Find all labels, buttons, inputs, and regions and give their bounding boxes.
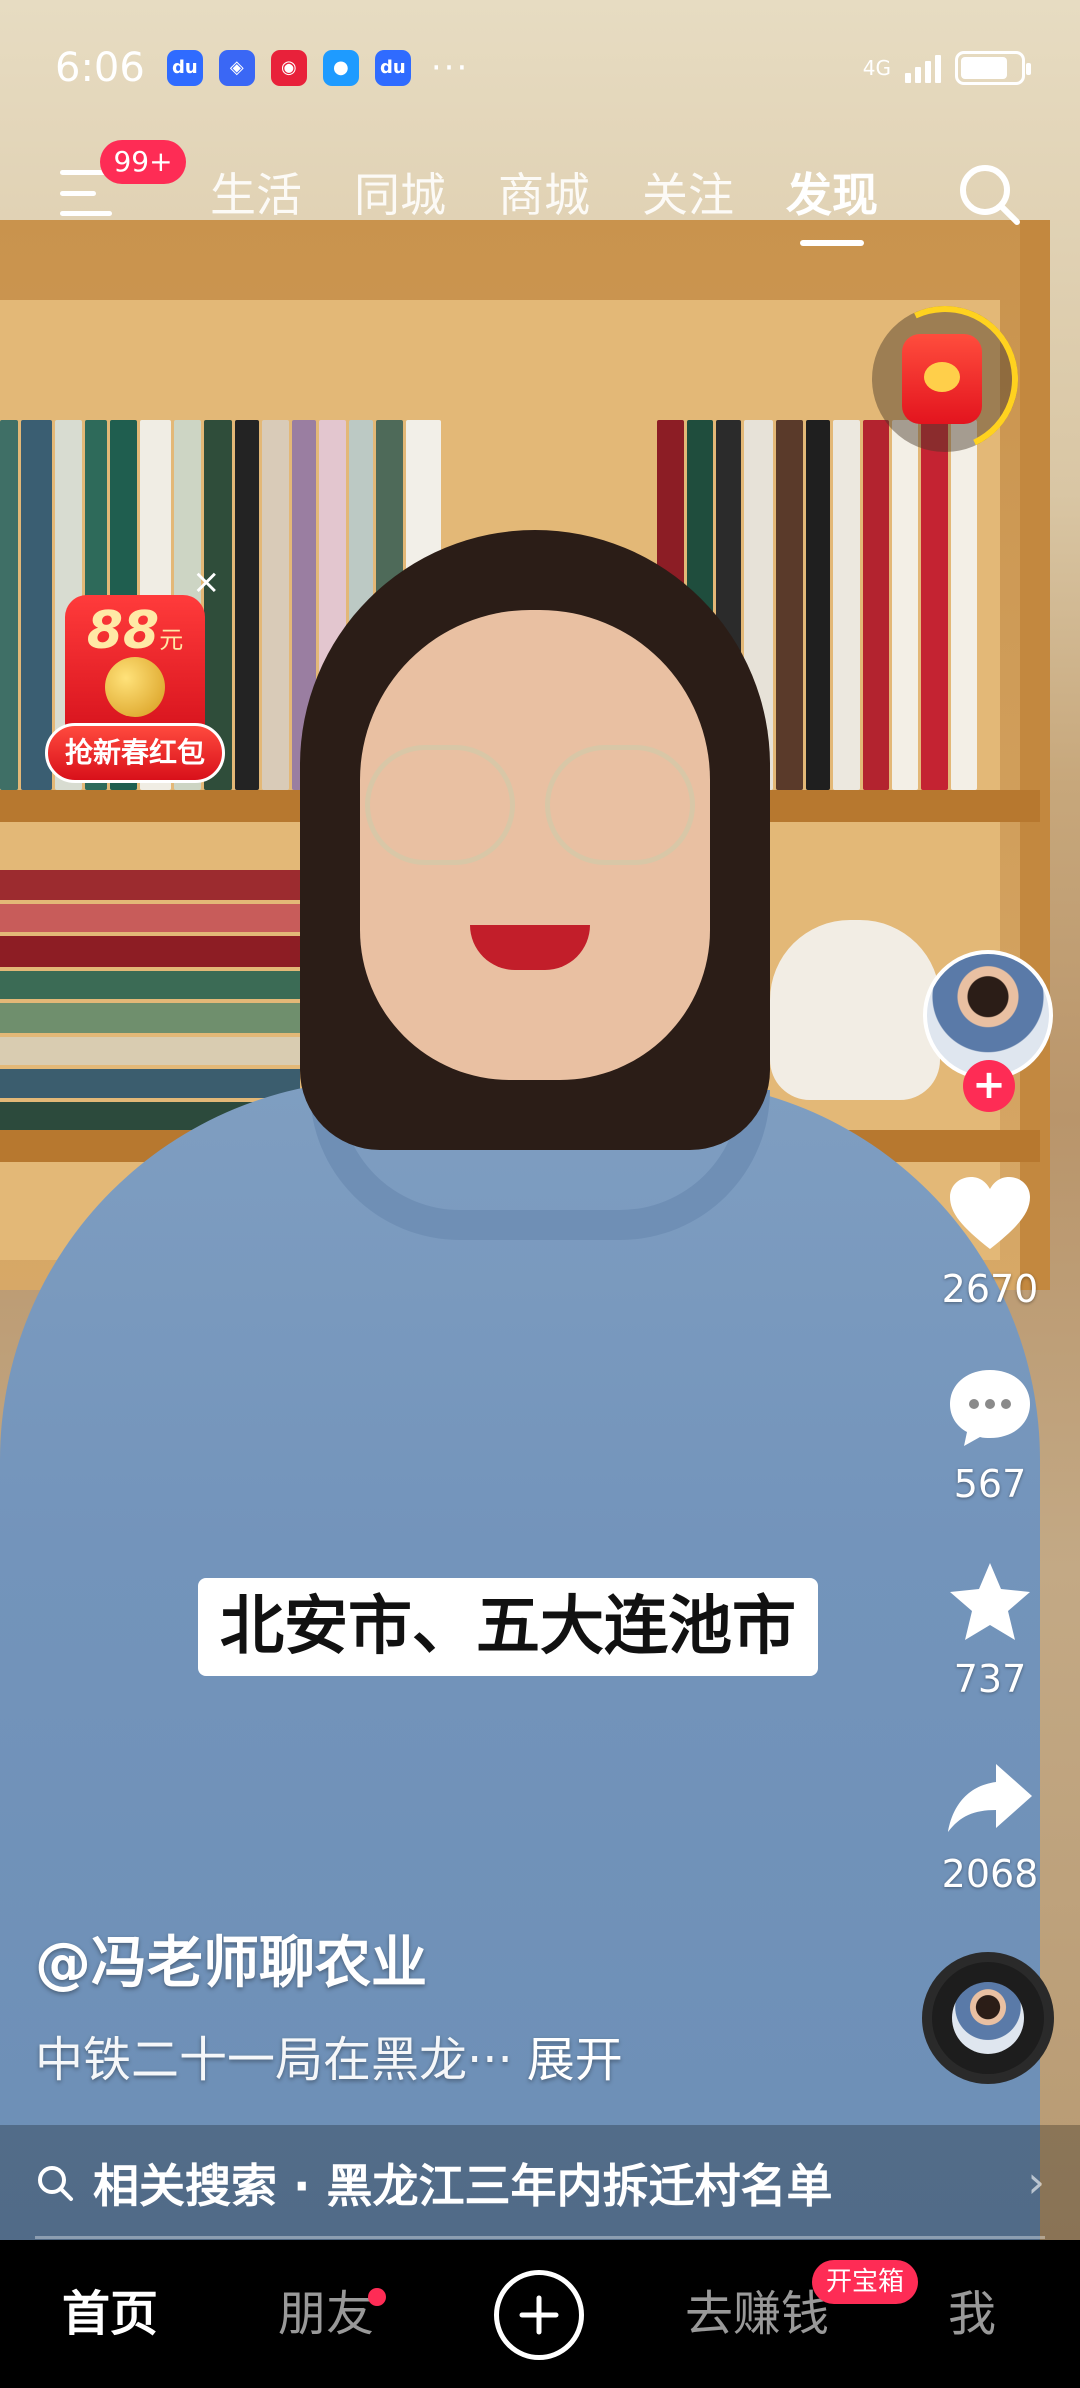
menu-badge: 99+ — [100, 140, 186, 184]
share-count: 2068 — [941, 1852, 1039, 1896]
description-text: 中铁二十一局在黑龙··· — [35, 2032, 513, 2088]
plus-icon — [519, 2295, 559, 2335]
battery-icon — [955, 50, 1031, 85]
favorite-count: 737 — [953, 1657, 1027, 1701]
friends-notification-dot — [368, 2288, 386, 2306]
share-icon — [948, 1764, 1032, 1832]
share-button[interactable]: 2068 — [905, 1750, 1075, 1896]
music-disc-cover — [952, 1982, 1024, 2054]
like-button[interactable]: 2670 — [905, 1165, 1075, 1311]
red-packet-unit: 元 — [159, 626, 184, 654]
post-description[interactable]: 中铁二十一局在黑龙··· 展开 — [35, 2020, 623, 2090]
video-progress-bar[interactable] — [35, 2236, 1045, 2239]
top-nav: 99+ 生活 同城 商城 关注 发现 — [0, 140, 1080, 250]
status-time: 6:06 — [55, 44, 145, 91]
star-icon — [950, 1563, 1030, 1640]
red-envelope-icon — [902, 334, 982, 424]
tab-earn[interactable]: 去赚钱 — [685, 2240, 829, 2388]
follow-button[interactable]: + — [963, 1060, 1015, 1112]
treasure-badge: 开宝箱 — [812, 2260, 919, 2304]
tab-mall[interactable]: 商城 — [498, 140, 590, 250]
video-caption: 北安市、五大连池市 — [198, 1578, 818, 1676]
search-icon — [38, 2165, 73, 2201]
books-row-bottom — [0, 870, 300, 1131]
red-packet-promo[interactable]: 88元 抢新春红包 — [45, 595, 225, 800]
signal-icon — [905, 53, 941, 83]
red-packet-amount: 88 — [86, 601, 160, 661]
status-indicators: 4G — [862, 50, 1031, 85]
tab-me[interactable]: 我 — [948, 2240, 996, 2388]
chevron-right-icon: › — [1027, 2157, 1045, 2208]
shield-app-icon: ◈ — [218, 49, 255, 86]
red-envelope-timer[interactable] — [851, 285, 1039, 473]
network-label: 4G — [862, 55, 891, 80]
related-search-bar[interactable]: 相关搜索 · 黑龙江三年内拆迁村名单 › — [0, 2125, 1080, 2240]
comment-icon — [950, 1370, 1030, 1446]
baidu-icon: du — [374, 49, 411, 86]
red-packet-app-icon: ◉ — [270, 49, 307, 86]
expand-link[interactable]: 展开 — [527, 2032, 623, 2088]
music-disc[interactable] — [922, 1952, 1054, 2084]
status-bar: 6:06 du ◈ ◉ ● du ··· 4G — [0, 0, 1080, 135]
red-packet-label: 抢新春红包 — [45, 723, 225, 783]
top-tabs: 生活 同城 商城 关注 发现 — [210, 140, 930, 250]
tab-life[interactable]: 生活 — [210, 140, 302, 250]
gold-coin-icon — [105, 657, 165, 717]
glasses-right — [545, 745, 695, 865]
battery-fill — [961, 56, 1008, 79]
favorite-button[interactable]: 737 — [905, 1555, 1075, 1701]
glasses-left — [365, 745, 515, 865]
tab-local[interactable]: 同城 — [354, 140, 446, 250]
heart-icon — [950, 1177, 1030, 1249]
comment-button[interactable]: 567 — [905, 1360, 1075, 1506]
plush-toy — [770, 920, 940, 1100]
like-count: 2670 — [941, 1267, 1039, 1311]
menu-icon[interactable] — [60, 170, 112, 216]
search-icon[interactable] — [955, 160, 1025, 230]
author-avatar-wrap: + — [923, 950, 1053, 1112]
more-notifications: ··· — [430, 47, 470, 88]
message-app-icon: ● — [322, 49, 359, 86]
author-name[interactable]: @冯老师聊农业 — [35, 1918, 427, 1999]
create-button[interactable] — [494, 2270, 584, 2360]
baidu-icon: du — [166, 49, 203, 86]
tab-friends[interactable]: 朋友 — [278, 2240, 374, 2388]
comment-count: 567 — [953, 1462, 1027, 1506]
tab-following[interactable]: 关注 — [642, 140, 734, 250]
related-search-text: 相关搜索 · 黑龙江三年内拆迁村名单 — [93, 2158, 833, 2213]
bottom-tab-bar: 首页 朋友 去赚钱 开宝箱 我 — [0, 2240, 1080, 2388]
tab-home[interactable]: 首页 — [62, 2240, 158, 2388]
tab-discover[interactable]: 发现 — [786, 140, 878, 250]
